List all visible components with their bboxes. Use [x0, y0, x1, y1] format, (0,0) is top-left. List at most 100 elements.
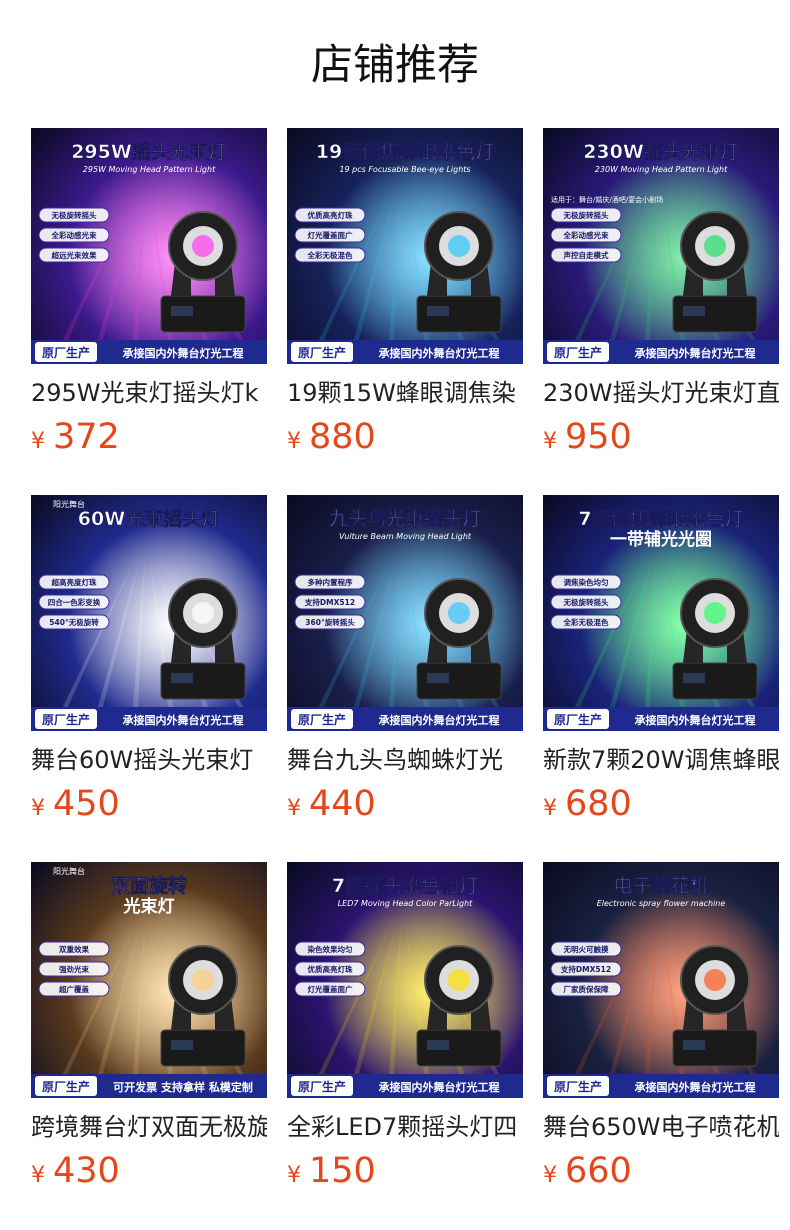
product-card[interactable]: 230W摇头光束灯 230W Moving Head Pattern Light 适…	[543, 128, 779, 458]
image-subtitle: LED7 Moving Head Color ParLight	[338, 899, 473, 908]
product-card[interactable]: 7颗摇头染色帕灯 LED7 Moving Head Color ParLight 染…	[287, 862, 523, 1192]
product-name[interactable]: 新款7颗20W调焦蜂眼	[543, 743, 779, 777]
svg-text:原厂生产: 原厂生产	[554, 712, 602, 727]
image-subtitle: 295W Moving Head Pattern Light	[83, 165, 216, 174]
feature-tag: 染色效果均匀	[294, 941, 366, 957]
svg-text:原厂生产: 原厂生产	[42, 1079, 90, 1094]
svg-text:无明火可触摸: 无明火可触摸	[563, 944, 609, 954]
image-subtitle: Vulture Beam Moving Head Light	[339, 532, 472, 541]
feature-tag: 优质高亮灯珠	[294, 207, 366, 223]
svg-text:双重效果: 双重效果	[59, 944, 89, 954]
currency-symbol: ¥	[543, 796, 557, 821]
product-card[interactable]: 60W光束摇头灯 阳光舞台 超高亮度灯珠 四合一色彩变换 540°无极旋转 原厂生产 承接国…	[31, 495, 267, 825]
svg-text:承接国内外舞台灯光工程: 承接国内外舞台灯光工程	[379, 713, 500, 727]
svg-text:全彩动感光束: 全彩动感光束	[51, 230, 97, 240]
image-headline-line2: 一带辅光光圈	[610, 529, 712, 550]
image-headline: 7颗摇头染色帕灯	[332, 874, 478, 897]
svg-text:承接国内外舞台灯光工程: 承接国内外舞台灯光工程	[123, 713, 244, 727]
svg-text:无极旋转摇头: 无极旋转摇头	[563, 597, 609, 607]
svg-text:承接国内外舞台灯光工程: 承接国内外舞台灯光工程	[635, 346, 756, 360]
product-image[interactable]: 九头鸟光束摇头灯 Vulture Beam Moving Head Light 多种…	[287, 495, 523, 731]
image-note: 适用于：舞台/婚庆/酒吧/宴会小剧场	[551, 195, 663, 204]
image-footer-strip: 原厂生产 承接国内外舞台灯光工程	[31, 707, 267, 731]
price-value: 150	[309, 1151, 376, 1191]
product-name[interactable]: 230W摇头灯光束灯直	[543, 376, 779, 410]
product-price: ¥950	[543, 416, 632, 458]
price-value: 372	[53, 417, 120, 457]
product-card[interactable]: 295W摇头光束灯 295W Moving Head Pattern Light 无…	[31, 128, 267, 458]
feature-tag: 灯光覆盖面广	[294, 227, 366, 243]
product-image[interactable]: 7颗摇头染色帕灯 LED7 Moving Head Color ParLight 染…	[287, 862, 523, 1098]
product-grid: 295W摇头光束灯 295W Moving Head Pattern Light 无…	[31, 128, 779, 1192]
image-footer-strip: 原厂生产 承接国内外舞台灯光工程	[287, 1074, 523, 1098]
svg-text:超远光束效果: 超远光束效果	[51, 250, 97, 260]
feature-tag: 超远光束效果	[38, 247, 110, 263]
svg-text:无极旋转摇头: 无极旋转摇头	[51, 210, 97, 220]
product-image[interactable]: 60W光束摇头灯 阳光舞台 超高亮度灯珠 四合一色彩变换 540°无极旋转 原厂生产 承接国…	[31, 495, 267, 731]
product-image[interactable]: 230W摇头光束灯 230W Moving Head Pattern Light 适…	[543, 128, 779, 364]
product-image[interactable]: 电子喷花机 Electronic spray flower machine 无明火可…	[543, 862, 779, 1098]
currency-symbol: ¥	[31, 1163, 45, 1188]
feature-tag: 支持DMX512	[294, 594, 366, 610]
product-name[interactable]: 舞台九头鸟蜘蛛灯光	[287, 743, 523, 777]
product-image[interactable]: 19颗调焦蜂眼染色灯 19 pcs Focusable Bee-eye Light…	[287, 128, 523, 364]
svg-text:全彩无极混色: 全彩无极混色	[563, 617, 609, 627]
product-thumbnail-graphic: 双面旋转光束灯 阳光舞台双重效果强劲光束超广覆盖原厂生产 可开发票 支持拿样 私模定…	[31, 862, 267, 1098]
svg-text:无极旋转摇头: 无极旋转摇头	[563, 210, 609, 220]
price-value: 950	[565, 417, 632, 457]
product-image[interactable]: 295W摇头光束灯 295W Moving Head Pattern Light 无…	[31, 128, 267, 364]
svg-text:原厂生产: 原厂生产	[42, 712, 90, 727]
svg-text:超广覆盖: 超广覆盖	[58, 984, 89, 994]
feature-tag: 优质高亮灯珠	[294, 961, 366, 977]
brand-logo-text: 阳光舞台	[53, 499, 85, 509]
product-name[interactable]: 19颗15W蜂眼调焦染	[287, 376, 523, 410]
product-thumbnail-graphic: 230W摇头光束灯 230W Moving Head Pattern Light 适…	[543, 128, 779, 364]
product-card[interactable]: 7颗调焦蜂眼染色灯 一带辅光光圈 调焦染色均匀 无极旋转摇头 全彩无极混色 原厂生产 承接国…	[543, 495, 779, 825]
feature-tag: 灯光覆盖面广	[294, 981, 366, 997]
product-card[interactable]: 电子喷花机 Electronic spray flower machine 无明火可…	[543, 862, 779, 1192]
currency-symbol: ¥	[287, 429, 301, 454]
image-headline: 295W摇头光束灯	[71, 140, 227, 163]
image-headline-line2: 光束灯	[123, 896, 175, 917]
image-headline: 230W摇头光束灯	[583, 140, 739, 163]
image-footer-strip: 原厂生产 承接国内外舞台灯光工程	[31, 340, 267, 364]
price-value: 880	[309, 417, 376, 457]
feature-tag: 全彩无极混色	[550, 614, 622, 630]
product-thumbnail-graphic: 7颗摇头染色帕灯 LED7 Moving Head Color ParLight 染…	[287, 862, 523, 1098]
svg-text:承接国内外舞台灯光工程: 承接国内外舞台灯光工程	[123, 346, 244, 360]
image-headline: 7颗调焦蜂眼染色灯	[578, 507, 743, 530]
feature-tag: 540°无极旋转	[38, 614, 110, 630]
feature-tag: 无明火可触摸	[550, 941, 622, 957]
product-image[interactable]: 双面旋转 光束灯 阳光舞台 双重效果 强劲光束 超广覆盖 原厂生产 可开发票 支持拿样 私模定…	[31, 862, 267, 1098]
svg-text:声控自走模式: 声控自走模式	[563, 250, 609, 260]
product-card[interactable]: 19颗调焦蜂眼染色灯 19 pcs Focusable Bee-eye Light…	[287, 128, 523, 458]
image-headline: 60W光束摇头灯	[78, 507, 220, 530]
product-name[interactable]: 跨境舞台灯双面无极旋	[31, 1110, 267, 1144]
feature-tag: 超广覆盖	[38, 981, 110, 997]
svg-text:优质高亮灯珠: 优质高亮灯珠	[308, 210, 353, 220]
svg-text:支持DMX512: 支持DMX512	[304, 597, 355, 607]
product-name[interactable]: 舞台60W摇头光束灯	[31, 743, 267, 777]
svg-text:全彩无极混色: 全彩无极混色	[307, 250, 353, 260]
product-price: ¥880	[287, 416, 376, 458]
svg-text:厂家质保保障: 厂家质保保障	[564, 984, 609, 994]
price-value: 440	[309, 784, 376, 824]
svg-text:原厂生产: 原厂生产	[298, 345, 346, 360]
svg-text:灯光覆盖面广: 灯光覆盖面广	[308, 984, 353, 994]
product-card[interactable]: 双面旋转 光束灯 阳光舞台 双重效果 强劲光束 超广覆盖 原厂生产 可开发票 支持拿样 私模定…	[31, 862, 267, 1192]
product-name[interactable]: 295W光束灯摇头灯k	[31, 376, 267, 410]
product-image[interactable]: 7颗调焦蜂眼染色灯 一带辅光光圈 调焦染色均匀 无极旋转摇头 全彩无极混色 原厂生产 承接国…	[543, 495, 779, 731]
feature-tag: 360°旋转摇头	[294, 614, 366, 630]
svg-text:540°无极旋转: 540°无极旋转	[49, 617, 99, 627]
product-price: ¥430	[31, 1150, 120, 1192]
product-thumbnail-graphic: 7颗调焦蜂眼染色灯一带辅光光圈调焦染色均匀无极旋转摇头全彩无极混色原厂生产 承接国…	[543, 495, 779, 731]
image-subtitle: Electronic spray flower machine	[597, 899, 726, 908]
image-footer-strip: 原厂生产 承接国内外舞台灯光工程	[543, 1074, 779, 1098]
svg-text:原厂生产: 原厂生产	[554, 345, 602, 360]
product-card[interactable]: 九头鸟光束摇头灯 Vulture Beam Moving Head Light 多种…	[287, 495, 523, 825]
product-name[interactable]: 舞台650W电子喷花机	[543, 1110, 779, 1144]
product-name[interactable]: 全彩LED7颗摇头灯四	[287, 1110, 523, 1144]
svg-text:可开发票 支持拿样 私模定制: 可开发票 支持拿样 私模定制	[113, 1080, 253, 1094]
svg-text:全彩动感光束: 全彩动感光束	[563, 230, 609, 240]
image-subtitle: 19 pcs Focusable Bee-eye Lights	[339, 165, 470, 174]
